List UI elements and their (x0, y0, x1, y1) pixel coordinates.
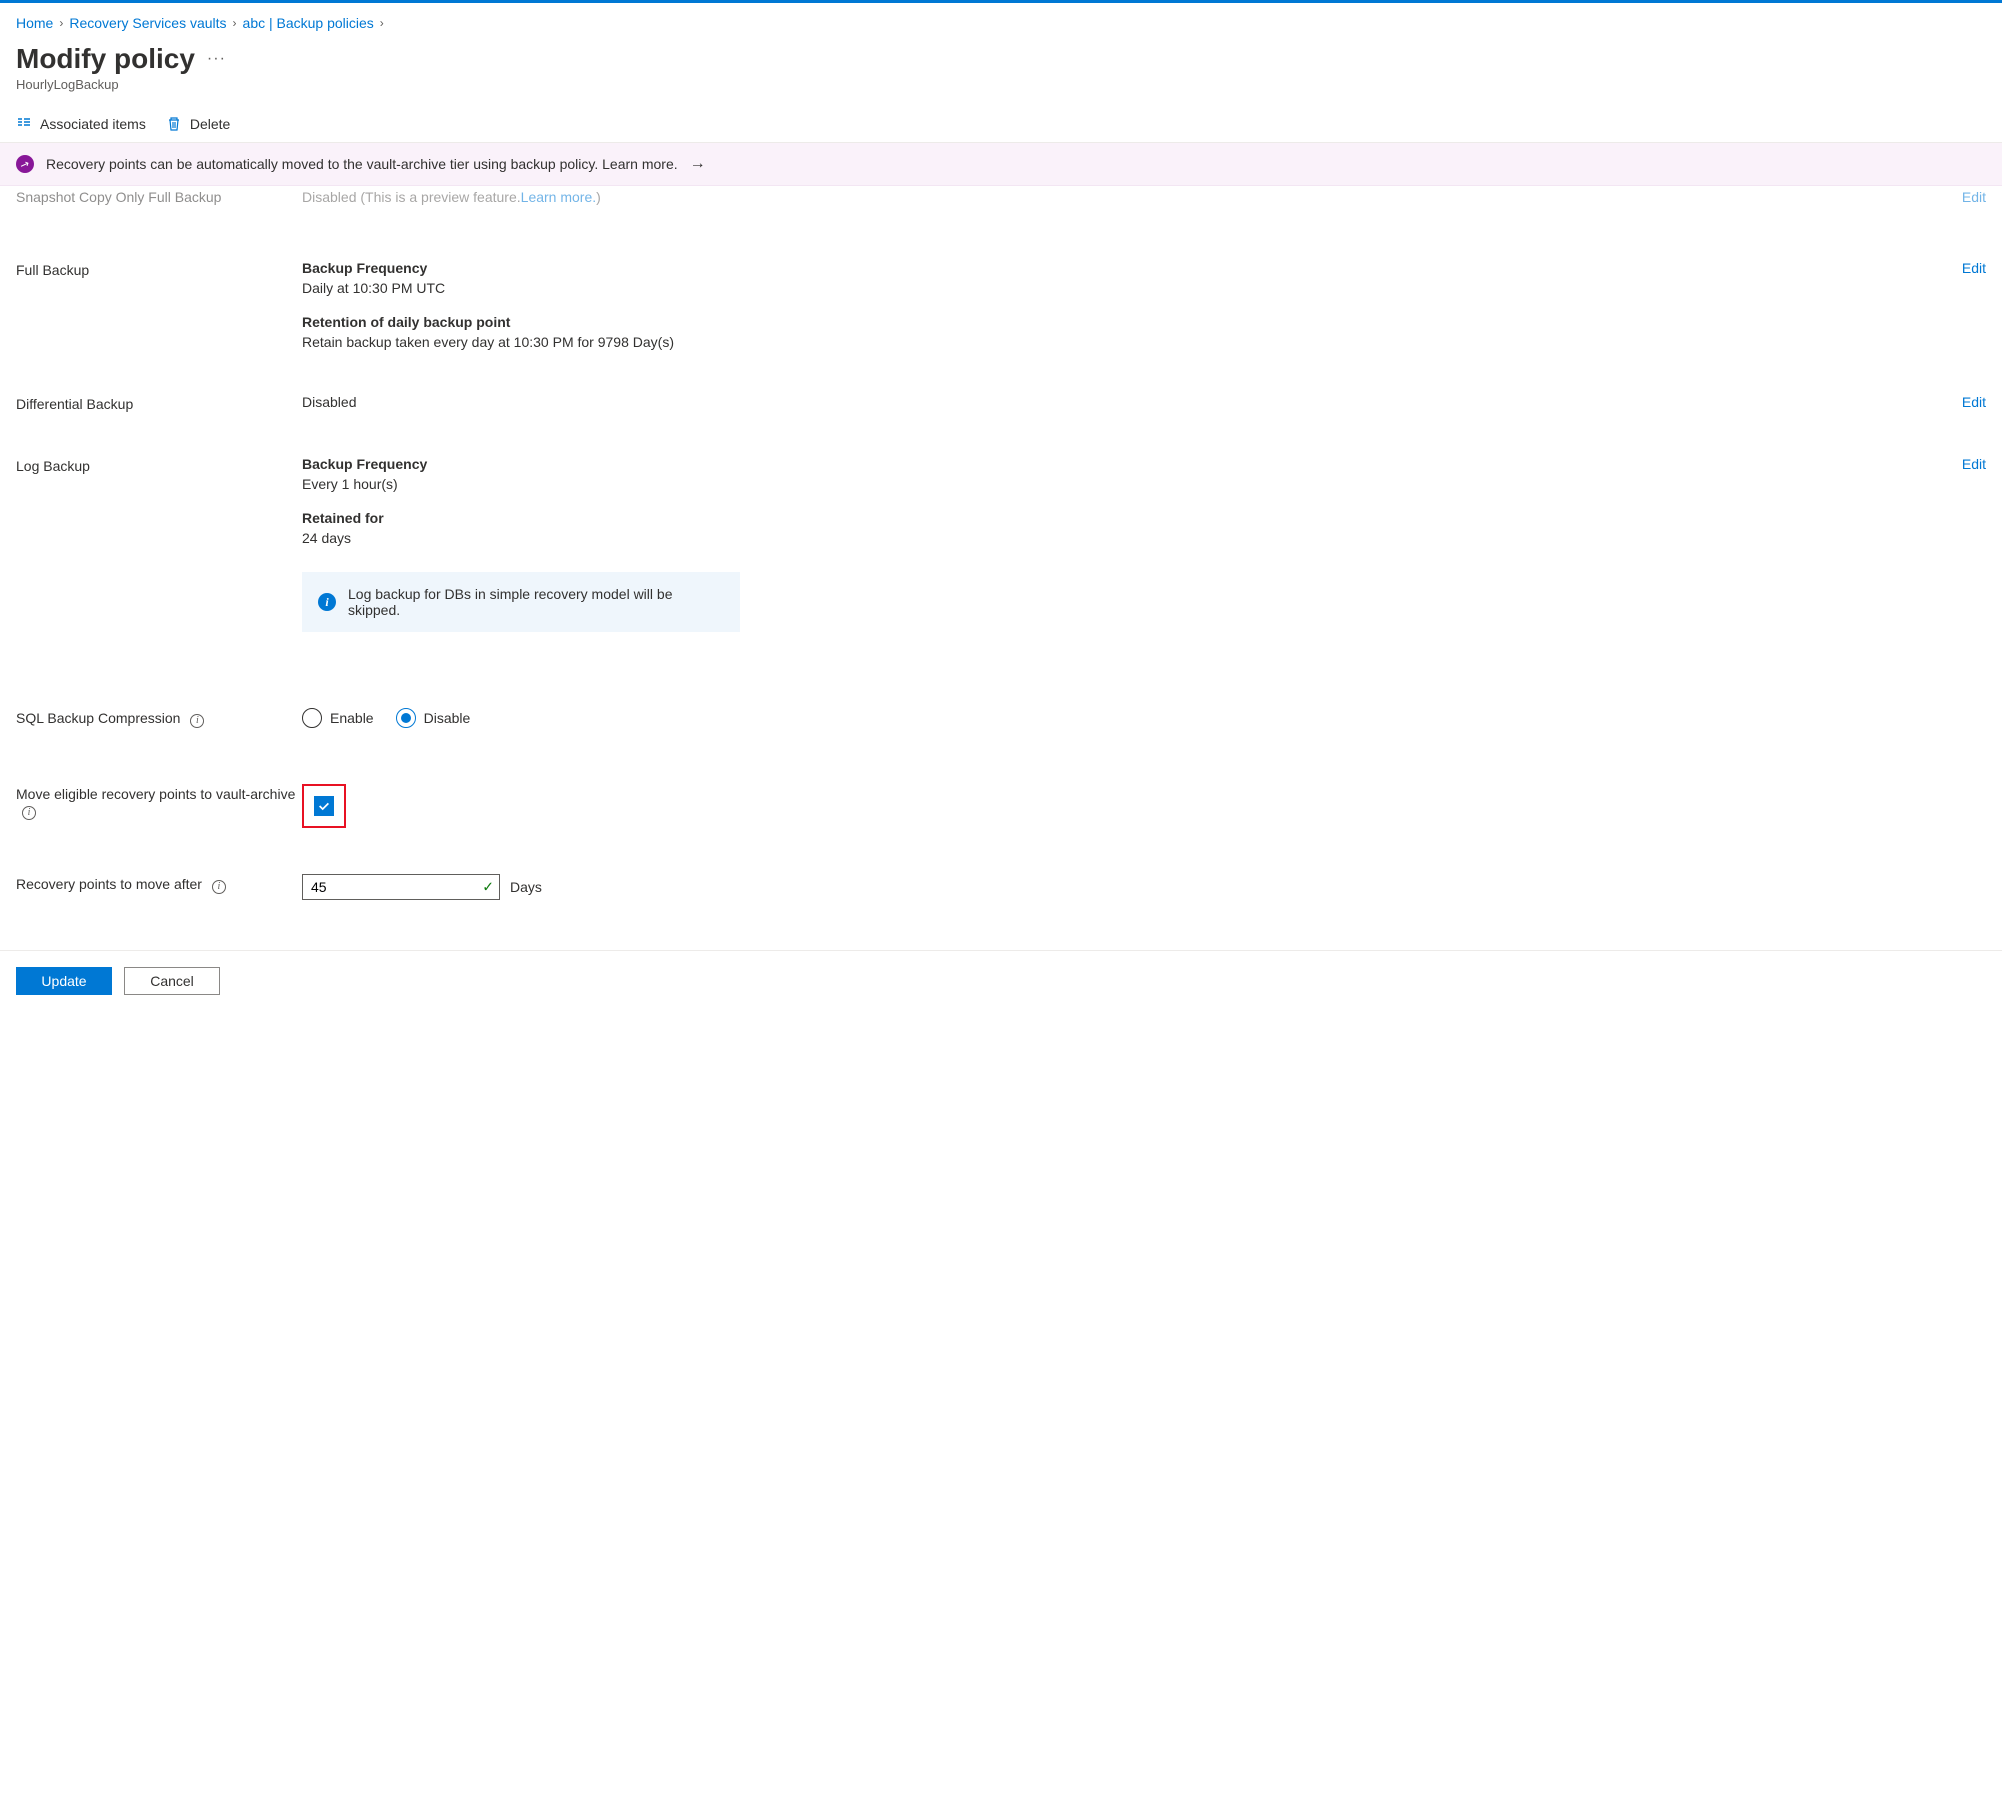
radio-checked-icon (396, 708, 416, 728)
move-after-unit: Days (510, 879, 542, 895)
check-icon: ✓ (482, 879, 494, 896)
log-backup-freq-value: Every 1 hour(s) (302, 476, 1962, 492)
log-backup-label: Log Backup (16, 456, 302, 474)
log-backup-edit-link[interactable]: Edit (1962, 456, 1986, 472)
differential-backup-section: Differential Backup Disabled Edit (16, 366, 1986, 428)
sql-compression-label: SQL Backup Compression i (16, 708, 302, 728)
more-icon[interactable]: ··· (207, 50, 226, 68)
delete-label: Delete (190, 116, 230, 132)
archive-checkbox[interactable] (314, 796, 334, 816)
banner-text: Recovery points can be automatically mov… (46, 156, 678, 172)
full-backup-label: Full Backup (16, 260, 302, 278)
breadcrumb-policies[interactable]: abc | Backup policies (243, 15, 374, 31)
arrow-right-icon: → (690, 155, 706, 173)
full-backup-ret-value: Retain backup taken every day at 10:30 P… (302, 334, 1962, 350)
info-icon: i (318, 593, 336, 611)
compass-icon (16, 155, 34, 173)
snapshot-copy-row: Snapshot Copy Only Full Backup Disabled … (16, 186, 1986, 206)
snapshot-copy-value: Disabled (This is a preview feature. (302, 189, 521, 205)
full-backup-edit-link[interactable]: Edit (1962, 260, 1986, 276)
info-icon[interactable]: i (190, 714, 204, 728)
list-icon (16, 116, 32, 132)
move-after-input[interactable] (302, 874, 500, 900)
page-title: Modify policy (16, 43, 195, 75)
archive-banner[interactable]: Recovery points can be automatically mov… (0, 143, 2002, 186)
compression-enable-label: Enable (330, 710, 374, 726)
full-backup-freq-value: Daily at 10:30 PM UTC (302, 280, 1962, 296)
differential-backup-label: Differential Backup (16, 394, 302, 412)
cancel-button[interactable]: Cancel (124, 967, 220, 995)
differential-backup-edit-link[interactable]: Edit (1962, 394, 1986, 410)
footer: Update Cancel (0, 950, 2002, 1011)
chevron-right-icon: › (233, 16, 237, 30)
snapshot-edit-link[interactable]: Edit (1962, 189, 1986, 205)
info-icon[interactable]: i (22, 806, 36, 820)
breadcrumb-home[interactable]: Home (16, 15, 53, 31)
chevron-right-icon: › (380, 16, 384, 30)
compression-disable-radio[interactable]: Disable (396, 708, 471, 728)
sql-compression-section: SQL Backup Compression i Enable Disable (16, 648, 1986, 744)
full-backup-section: Full Backup Backup Frequency Daily at 10… (16, 206, 1986, 366)
info-icon[interactable]: i (212, 880, 226, 894)
snapshot-copy-tail: ) (596, 189, 601, 205)
check-icon (317, 799, 331, 813)
breadcrumb-vaults[interactable]: Recovery Services vaults (69, 15, 226, 31)
trash-icon (166, 116, 182, 132)
compression-enable-radio[interactable]: Enable (302, 708, 374, 728)
associated-items-button[interactable]: Associated items (16, 116, 146, 132)
radio-icon (302, 708, 322, 728)
update-button[interactable]: Update (16, 967, 112, 995)
snapshot-learn-more-link[interactable]: Learn more. (521, 189, 596, 205)
compression-disable-label: Disable (424, 710, 471, 726)
log-backup-section: Log Backup Backup Frequency Every 1 hour… (16, 428, 1986, 648)
log-backup-ret-value: 24 days (302, 530, 1962, 546)
command-bar: Associated items Delete (0, 106, 2002, 143)
log-backup-freq-title: Backup Frequency (302, 456, 1962, 472)
archive-section: Move eligible recovery points to vault-a… (16, 744, 1986, 844)
chevron-right-icon: › (59, 16, 63, 30)
delete-button[interactable]: Delete (166, 116, 230, 132)
associated-items-label: Associated items (40, 116, 146, 132)
differential-backup-value: Disabled (302, 394, 1962, 410)
log-backup-note-text: Log backup for DBs in simple recovery mo… (348, 586, 724, 618)
page-subtitle: HourlyLogBackup (0, 75, 2002, 106)
breadcrumb: Home › Recovery Services vaults › abc | … (0, 3, 2002, 39)
archive-checkbox-highlight (302, 784, 346, 828)
log-backup-note: i Log backup for DBs in simple recovery … (302, 572, 740, 632)
move-after-label: Recovery points to move after i (16, 874, 302, 894)
full-backup-freq-title: Backup Frequency (302, 260, 1962, 276)
log-backup-ret-title: Retained for (302, 510, 1962, 526)
move-after-section: Recovery points to move after i ✓ Days (16, 844, 1986, 910)
snapshot-copy-label: Snapshot Copy Only Full Backup (16, 189, 302, 205)
full-backup-ret-title: Retention of daily backup point (302, 314, 1962, 330)
archive-label: Move eligible recovery points to vault-a… (16, 784, 302, 820)
